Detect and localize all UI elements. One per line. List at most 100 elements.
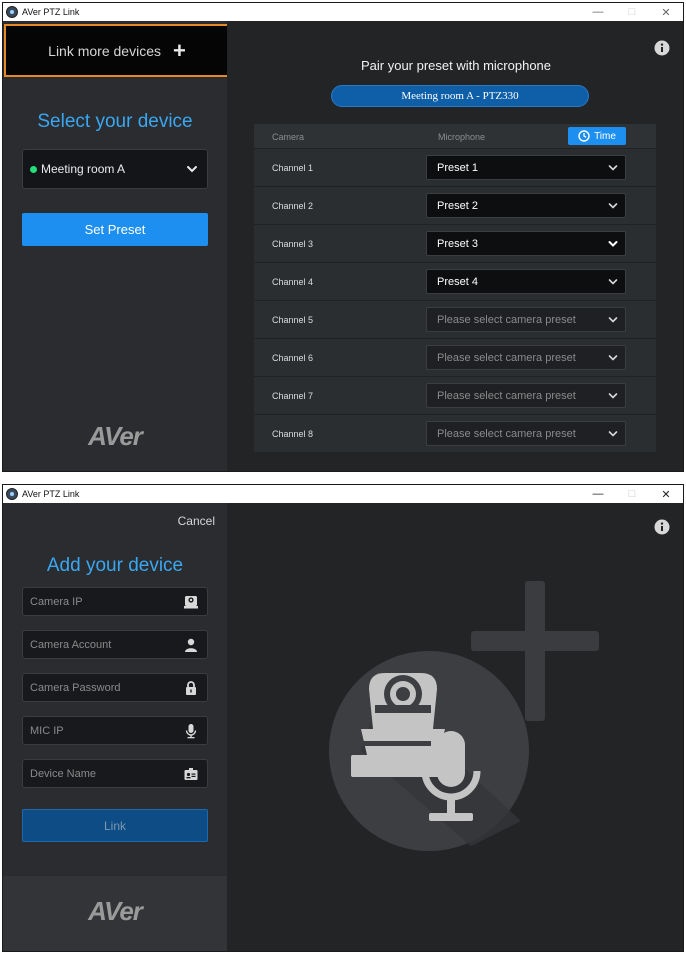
select-device-title: Select your device bbox=[37, 111, 193, 132]
chevron-down-icon bbox=[608, 279, 618, 285]
preset-value: Preset 2 bbox=[437, 199, 478, 212]
info-icon[interactable] bbox=[654, 519, 670, 535]
preset-dropdown[interactable]: Please select camera preset bbox=[426, 421, 626, 446]
time-button[interactable]: Time bbox=[568, 127, 626, 145]
chevron-down-icon bbox=[608, 241, 618, 247]
pairing-panel: Pair your preset with microphone Meeting… bbox=[227, 21, 683, 471]
preset-dropdown[interactable]: Please select camera preset bbox=[426, 383, 626, 408]
app-icon bbox=[6, 488, 18, 500]
channel-label: Channel 7 bbox=[272, 391, 314, 401]
camera-password-input[interactable] bbox=[23, 674, 173, 701]
chevron-down-icon bbox=[608, 355, 618, 361]
preset-dropdown[interactable]: Preset 2 bbox=[426, 193, 626, 218]
app-icon bbox=[6, 6, 18, 18]
sidebar: Link more devices + Select your device M… bbox=[3, 21, 230, 471]
aver-logo: AVer bbox=[88, 896, 143, 926]
chevron-down-icon bbox=[608, 393, 618, 399]
table-row: Channel 3 Preset 3 bbox=[254, 224, 656, 262]
preset-placeholder: Please select camera preset bbox=[437, 427, 576, 440]
id-badge-icon bbox=[184, 768, 198, 780]
channel-label: Channel 3 bbox=[272, 239, 314, 249]
camera-column-header: Camera bbox=[272, 132, 305, 142]
chevron-down-icon bbox=[608, 431, 618, 437]
preset-value: Preset 3 bbox=[437, 237, 478, 250]
table-row: Channel 6 Please select camera preset bbox=[254, 338, 656, 376]
table-row: Channel 7 Please select camera preset bbox=[254, 376, 656, 414]
device-name-field[interactable] bbox=[22, 759, 208, 788]
window-title: AVer PTZ Link bbox=[22, 489, 80, 499]
camera-password-field[interactable] bbox=[22, 673, 208, 702]
preset-dropdown[interactable]: Preset 1 bbox=[426, 155, 626, 180]
channel-label: Channel 5 bbox=[272, 315, 314, 325]
device-dropdown[interactable]: Meeting room A bbox=[22, 149, 208, 189]
add-device-title: Add your device bbox=[46, 555, 184, 576]
device-pill: Meeting room A - PTZ330 bbox=[331, 85, 589, 107]
title-bar: AVer PTZ Link — □ ✕ bbox=[3, 3, 683, 21]
preset-placeholder: Please select camera preset bbox=[437, 351, 576, 364]
channel-preset-table: Camera Microphone Time Channel 1 Preset … bbox=[254, 124, 656, 452]
time-label: Time bbox=[594, 130, 616, 142]
user-icon bbox=[185, 638, 197, 652]
sidebar: Cancel Add your device Link AVer bbox=[3, 503, 227, 951]
close-button[interactable]: ✕ bbox=[649, 3, 683, 21]
preset-placeholder: Please select camera preset bbox=[437, 313, 576, 326]
channel-label: Channel 2 bbox=[272, 201, 314, 211]
microphone-column-header: Microphone bbox=[438, 132, 486, 142]
table-row: Channel 5 Please select camera preset bbox=[254, 300, 656, 338]
link-button[interactable]: Link bbox=[22, 809, 208, 842]
channel-label: Channel 1 bbox=[272, 163, 314, 173]
chevron-down-icon bbox=[608, 203, 618, 209]
mic-ip-input[interactable] bbox=[23, 717, 173, 744]
channel-label: Channel 4 bbox=[272, 277, 314, 287]
chevron-down-icon bbox=[187, 166, 197, 173]
add-device-panel bbox=[227, 503, 683, 951]
device-name-input[interactable] bbox=[23, 760, 173, 787]
minimize-button[interactable]: — bbox=[581, 485, 615, 503]
sidebar-footer: AVer bbox=[3, 876, 227, 951]
maximize-button[interactable]: □ bbox=[615, 485, 649, 503]
chevron-down-icon bbox=[608, 165, 618, 171]
preset-dropdown[interactable]: Preset 4 bbox=[426, 269, 626, 294]
info-icon[interactable] bbox=[654, 40, 670, 56]
link-more-devices-label: Link more devices bbox=[48, 42, 161, 59]
preset-dropdown[interactable]: Preset 3 bbox=[426, 231, 626, 256]
microphone-icon bbox=[185, 724, 197, 739]
maximize-button[interactable]: □ bbox=[615, 3, 649, 21]
ptz-link-window-pairing: AVer PTZ Link — □ ✕ Link more devices + … bbox=[2, 2, 684, 472]
camera-ip-field[interactable] bbox=[22, 587, 208, 616]
table-row: Channel 8 Please select camera preset bbox=[254, 414, 656, 452]
aver-logo: AVer bbox=[88, 421, 143, 451]
online-status-dot bbox=[30, 165, 37, 173]
title-bar: AVer PTZ Link — □ ✕ bbox=[3, 485, 683, 503]
preset-value: Preset 4 bbox=[437, 275, 478, 288]
close-button[interactable]: ✕ bbox=[649, 485, 683, 503]
pair-title: Pair your preset with microphone bbox=[360, 58, 552, 73]
chevron-down-icon bbox=[608, 317, 618, 323]
add-camera-microphone-illustration bbox=[329, 581, 599, 851]
minimize-button[interactable]: — bbox=[581, 3, 615, 21]
link-more-devices-button[interactable]: Link more devices + bbox=[4, 24, 230, 77]
preset-dropdown[interactable]: Please select camera preset bbox=[426, 345, 626, 370]
table-row: Channel 2 Preset 2 bbox=[254, 186, 656, 224]
channel-label: Channel 6 bbox=[272, 353, 314, 363]
channel-label: Channel 8 bbox=[272, 429, 314, 439]
lock-icon bbox=[186, 681, 196, 695]
ptz-link-window-add-device: AVer PTZ Link — □ ✕ Cancel Add your devi… bbox=[2, 484, 684, 952]
preset-dropdown[interactable]: Please select camera preset bbox=[426, 307, 626, 332]
cancel-button[interactable]: Cancel bbox=[178, 514, 215, 528]
camera-ip-input[interactable] bbox=[23, 588, 173, 615]
table-row: Channel 4 Preset 4 bbox=[254, 262, 656, 300]
clock-icon bbox=[578, 130, 590, 142]
window-title: AVer PTZ Link bbox=[22, 7, 80, 17]
preset-value: Preset 1 bbox=[437, 161, 478, 174]
preset-placeholder: Please select camera preset bbox=[437, 389, 576, 402]
camera-icon bbox=[184, 596, 198, 609]
camera-account-input[interactable] bbox=[23, 631, 173, 658]
selected-device-label: Meeting room A bbox=[41, 162, 126, 176]
set-preset-button[interactable]: Set Preset bbox=[22, 213, 208, 246]
mic-ip-field[interactable] bbox=[22, 716, 208, 745]
table-row: Channel 1 Preset 1 bbox=[254, 148, 656, 186]
camera-account-field[interactable] bbox=[22, 630, 208, 659]
table-header: Camera Microphone Time bbox=[254, 124, 656, 148]
plus-icon: + bbox=[172, 37, 186, 63]
